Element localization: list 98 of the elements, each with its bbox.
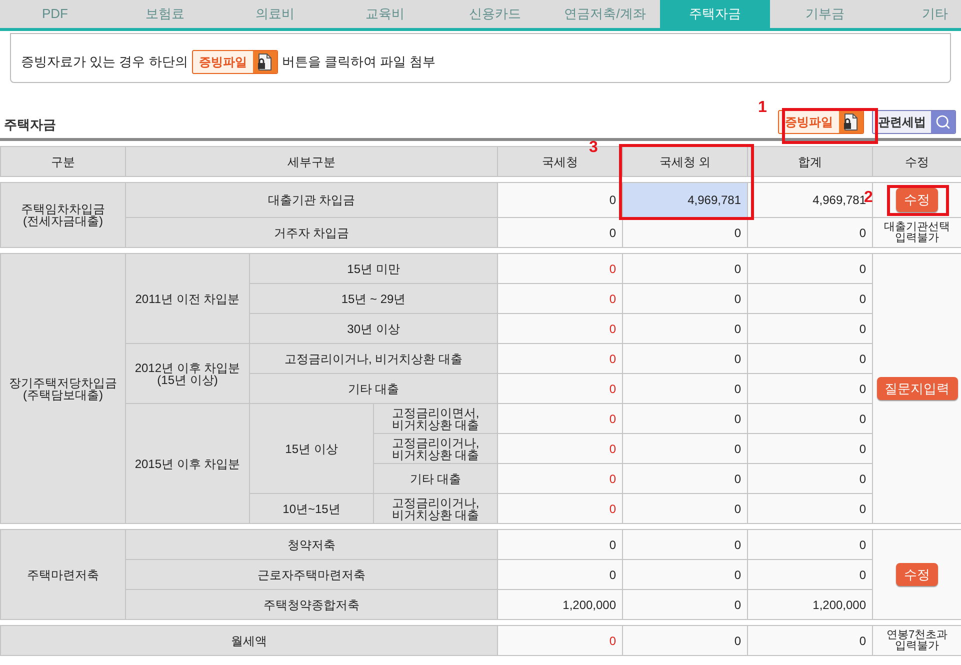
category-label: 대출기관 차입금 — [268, 193, 356, 207]
category-label: 주택마련저축 — [27, 568, 99, 582]
category-tab[interactable]: 의료비 — [220, 0, 330, 28]
amount-cell: 0 — [622, 404, 748, 434]
category-tab[interactable]: 연금저축/계좌 — [550, 0, 660, 28]
column-header: 구분 — [0, 146, 126, 176]
amount-cell: 0 — [622, 344, 748, 374]
amount-cell: 0 — [748, 254, 872, 284]
category-tab[interactable]: 주택자금 — [660, 0, 770, 28]
amount-cell: 0 — [498, 530, 623, 560]
edit-button[interactable]: 수정 — [896, 188, 938, 212]
highlight-frame — [887, 185, 949, 216]
category-label: 30년 이상 — [347, 322, 400, 336]
amount-cell: 0 — [622, 314, 748, 344]
column-header: 합계 — [748, 146, 872, 176]
amount-cell: 0 — [498, 284, 622, 314]
amount-cell: 0 — [748, 218, 872, 248]
amount-cell: 0 — [622, 530, 748, 560]
step-number: 3 — [589, 138, 598, 158]
category-tab[interactable]: PDF — [0, 0, 110, 28]
category-label: 고정금리이거나, 비거치상환 대출 — [392, 496, 480, 522]
category-label: 15년 이상 — [285, 442, 338, 456]
category-tab[interactable]: 신용카드 — [440, 0, 550, 28]
notice-text: 버튼을 클릭하여 파일 첨부 — [282, 53, 436, 72]
file-lock-icon — [843, 113, 859, 131]
amount-cell: 0 — [498, 464, 622, 494]
category-label: 기타 대출 — [410, 472, 462, 486]
edit-button[interactable]: 수정 — [896, 562, 938, 586]
amount-cell: 0 — [748, 284, 872, 314]
edit-button[interactable]: 질문지입력 — [876, 376, 958, 400]
file-lock-icon — [256, 53, 273, 71]
amount-cell: 0 — [498, 374, 622, 404]
amount-cell: 0 — [748, 434, 872, 464]
category-label: 거주자 차입금 — [274, 226, 350, 240]
category-label: 고정금리이면서, 비거치상환 대출 — [392, 406, 480, 432]
category-label: 월세액 — [231, 634, 267, 648]
evidence-badge[interactable]: 증빙파일 — [192, 50, 278, 74]
column-header: 수정 — [872, 146, 961, 176]
amount-cell: 0 — [622, 254, 748, 284]
category-label: 청약저축 — [288, 538, 336, 552]
note-text: 연봉7천초과 입력불가 — [885, 630, 949, 652]
category-label: 10년~15년 — [282, 502, 340, 516]
amount-cell: 1,200,000 — [498, 590, 623, 620]
amount-cell: 0 — [498, 254, 622, 284]
category-label: 2012년 이후 차입분 (15년 이상) — [134, 360, 240, 386]
amount-cell: 0 — [748, 374, 872, 404]
related-law-button[interactable]: 관련세법 — [872, 110, 956, 134]
category-label: 근로자주택마련저축 — [258, 568, 366, 582]
section-title: 주택자금 — [4, 116, 56, 134]
amount-cell: 0 — [748, 404, 872, 434]
amount-cell: 0 — [622, 374, 748, 404]
category-label: 주택임차차입금 (전세자금대출) — [21, 202, 105, 228]
category-label: 2015년 이후 차입분 — [134, 456, 240, 470]
amount-cell: 0 — [498, 218, 622, 248]
amount-cell: 0 — [498, 434, 622, 464]
category-label: 장기주택저당차입금 (주택담보대출) — [9, 376, 117, 402]
category-label: 2011년 이전 차입분 — [135, 292, 240, 306]
notice-text: 증빙자료가 있는 경우 하단의 — [21, 53, 188, 72]
amount-cell: 0 — [622, 464, 748, 494]
category-label: 주택청약종합저축 — [264, 598, 360, 612]
amount-cell: 0 — [748, 314, 872, 344]
category-label: 기타 대출 — [348, 382, 400, 396]
amount-cell: 0 — [622, 284, 748, 314]
note-text: 대출기관선택 입력불가 — [883, 222, 951, 244]
amount-cell: 0 — [748, 560, 873, 590]
amount-cell: 0 — [622, 434, 748, 464]
category-tab[interactable]: 교육비 — [330, 0, 440, 28]
column-header: 세부구분 — [126, 146, 498, 176]
category-label: 15년 미만 — [347, 262, 400, 276]
evidence-file-button[interactable]: 증빙파일 — [778, 110, 864, 134]
amount-cell: 0 — [622, 590, 748, 620]
amount-cell: 0 — [748, 530, 873, 560]
amount-cell: 0 — [498, 626, 622, 656]
amount-cell: 0 — [622, 626, 748, 656]
category-tab[interactable]: 기부금 — [770, 0, 880, 28]
amount-cell: 0 — [748, 494, 872, 524]
amount-cell: 0 — [622, 560, 748, 590]
amount-cell: 4,969,781 — [622, 182, 748, 218]
amount-cell: 0 — [748, 464, 872, 494]
step-number: 2 — [864, 188, 873, 208]
amount-cell: 1,200,000 — [748, 590, 873, 620]
amount-cell: 0 — [498, 404, 622, 434]
search-icon — [935, 114, 951, 130]
column-header: 국세청 외 — [622, 146, 748, 176]
category-label: 고정금리이거나, 비거치상환 대출 — [392, 436, 480, 462]
category-label: 15년 ~ 29년 — [341, 292, 406, 306]
amount-cell: 0 — [748, 626, 872, 656]
category-label: 고정금리이거나, 비거치상환 대출 — [284, 352, 462, 366]
step-number: 1 — [758, 98, 767, 118]
amount-cell: 0 — [498, 182, 622, 218]
amount-cell: 0 — [748, 344, 872, 374]
category-tab[interactable]: 기타 — [880, 0, 961, 28]
amount-cell: 0 — [498, 494, 622, 524]
amount-cell: 0 — [498, 560, 623, 590]
category-tab[interactable]: 보험료 — [110, 0, 220, 28]
amount-cell: 0 — [622, 494, 748, 524]
amount-cell: 0 — [498, 314, 622, 344]
amount-cell: 0 — [498, 344, 622, 374]
